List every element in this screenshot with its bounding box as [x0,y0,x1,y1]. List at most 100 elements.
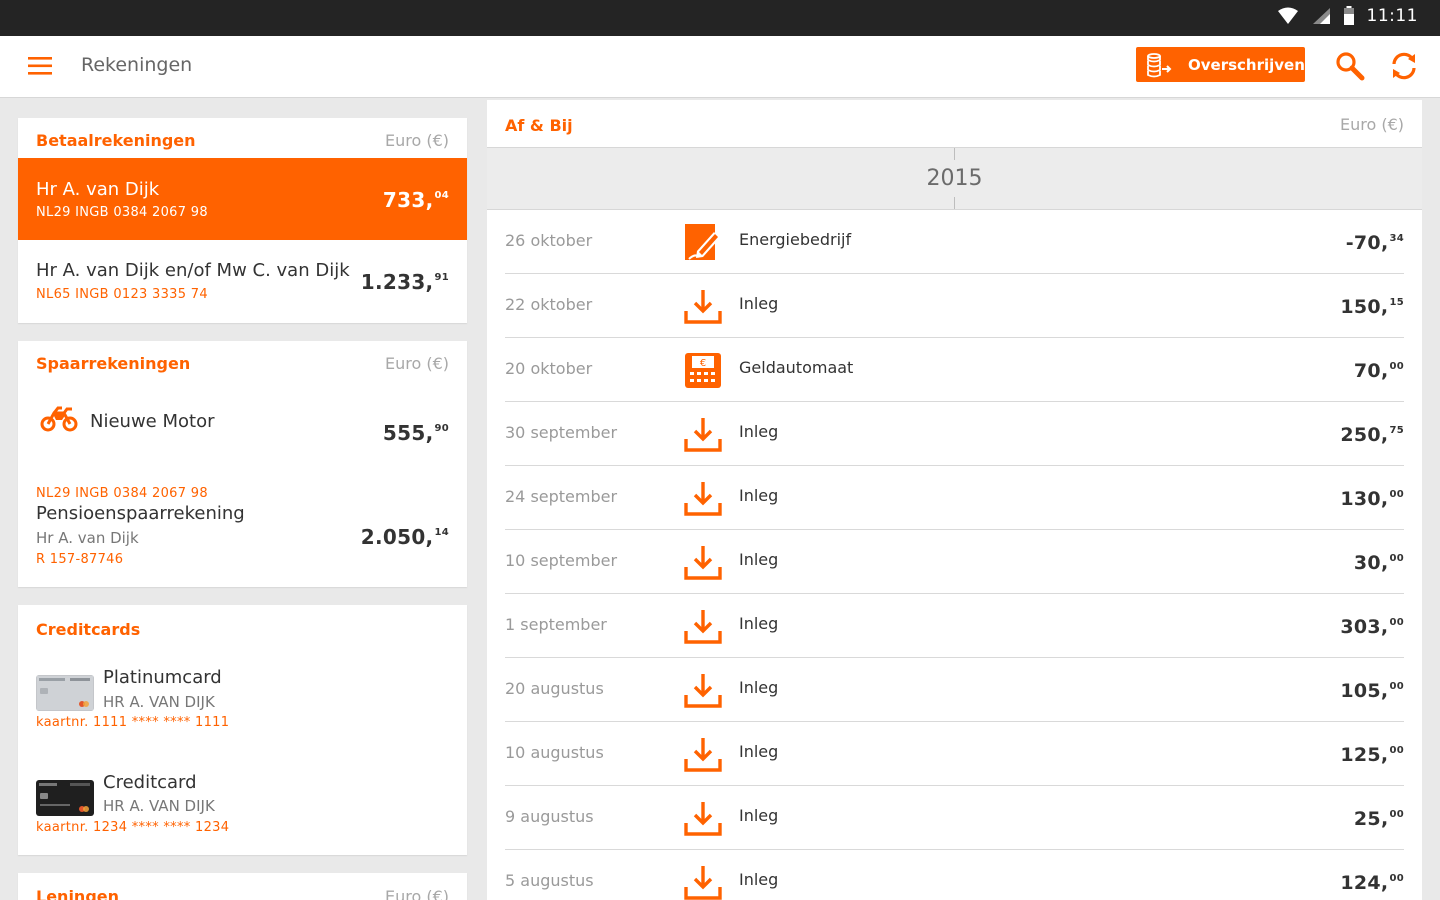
year-divider: 2015 [487,148,1422,210]
account-number: R 157-87746 [36,552,124,567]
account-iban: NL65 INGB 0123 3335 74 [36,287,208,302]
transaction-amount: -70,34 [1345,232,1404,254]
account-balance: 555,90 [382,421,449,445]
transaction-row[interactable]: 22 oktober Inleg 150,15 [505,274,1404,338]
creditcard-item[interactable]: Creditcard HR A. VAN DIJK kaartnr. 1234 … [18,749,467,853]
wifi-icon [1277,7,1298,24]
transaction-date: 20 oktober [505,359,593,378]
atm-icon: € [683,351,723,391]
deposit-icon [683,543,723,583]
account-name: Nieuwe Motor [90,411,215,432]
panel-header: Af & Bij Euro (€) [487,100,1422,148]
transaction-row[interactable]: 9 augustus Inleg 25,00 [505,786,1404,850]
transaction-description: Inleg [739,870,779,889]
account-item[interactable]: Nieuwe Motor NL29 INGB 0384 2067 98 555,… [18,381,467,501]
transaction-date: 10 augustus [505,743,604,762]
creditcard-number: kaartnr. 1111 **** **** 1111 [36,715,230,730]
deposit-icon [683,479,723,519]
transaction-row[interactable]: 20 oktober € Geldautomaat 70,00 [505,338,1404,402]
transaction-row[interactable]: 10 augustus Inleg 125,00 [505,722,1404,786]
panel-title: Af & Bij [505,116,573,135]
creditcard-name: Creditcard [103,772,197,793]
currency-label: Euro (€) [384,354,449,373]
creditcard-holder: HR A. VAN DIJK [103,693,215,711]
transaction-amount: 124,00 [1340,872,1404,894]
deposit-icon [683,287,723,327]
account-balance: 733,04 [382,188,449,212]
transaction-row[interactable]: 5 augustus Inleg 124,00 [505,850,1404,900]
transaction-list: 26 oktober Energiebedrijf -70,34 22 okto… [505,210,1404,900]
page-title: Rekeningen [81,54,193,76]
transaction-row[interactable]: 10 september Inleg 30,00 [505,530,1404,594]
transaction-description: Inleg [739,614,779,633]
card-header: Betaalrekeningen Euro (€) [18,118,467,158]
creditcard-image [36,780,94,816]
transaction-amount: 30,00 [1353,552,1404,574]
bill-icon [683,223,723,263]
spaarrekeningen-card: Spaarrekeningen Euro (€) Nieuwe Motor NL… [18,341,467,587]
deposit-icon [683,671,723,711]
transaction-description: Energiebedrijf [739,230,852,249]
account-name: Hr A. van Dijk en/of Mw C. van Dijk [36,260,350,281]
creditcards-card: Creditcards Platinumcard HR A. VAN DIJK … [18,605,467,855]
transaction-row[interactable]: 30 september Inleg 250,75 [505,402,1404,466]
year-label: 2015 [926,166,983,191]
transaction-date: 26 oktober [505,231,593,250]
cell-signal-icon [1312,8,1330,24]
transaction-row[interactable]: 26 oktober Energiebedrijf -70,34 [505,210,1404,274]
card-title: Betaalrekeningen [36,131,196,150]
transaction-amount: 105,00 [1340,680,1404,702]
transaction-amount: 25,00 [1353,808,1404,830]
transaction-row[interactable]: 20 augustus Inleg 105,00 [505,658,1404,722]
deposit-icon [683,735,723,775]
transaction-description: Inleg [739,806,779,825]
battery-icon [1343,6,1354,25]
transfer-button[interactable]: Overschrijven [1136,47,1305,82]
motorcycle-icon [40,406,78,432]
search-icon[interactable] [1334,50,1366,82]
transaction-date: 24 september [505,487,618,506]
creditcard-item[interactable]: Platinumcard HR A. VAN DIJK kaartnr. 111… [18,645,467,749]
card-header: Leningen Euro (€) [18,873,467,900]
transaction-date: 30 september [505,423,618,442]
transaction-amount: 250,75 [1340,424,1404,446]
creditcard-holder: HR A. VAN DIJK [103,797,215,815]
card-header: Creditcards [18,605,467,645]
status-time: 11:11 [1366,6,1418,26]
deposit-icon [683,799,723,839]
account-holder: Hr A. van Dijk [36,529,139,547]
transaction-amount: 150,15 [1340,296,1404,318]
account-item[interactable]: Hr A. van Dijk NL29 INGB 0384 2067 98 73… [18,158,467,240]
transaction-date: 9 augustus [505,807,594,826]
creditcard-number: kaartnr. 1234 **** **** 1234 [36,820,230,835]
account-name: Hr A. van Dijk [36,179,160,200]
transaction-description: Geldautomaat [739,358,854,377]
transaction-date: 10 september [505,551,618,570]
account-balance: 2.050,14 [360,525,449,549]
account-item[interactable]: Hr A. van Dijk en/of Mw C. van Dijk NL65… [18,240,467,323]
status-bar: 11:11 [0,0,1440,36]
card-title: Leningen [36,887,120,900]
transaction-amount: 130,00 [1340,488,1404,510]
app-toolbar: Rekeningen Overschrijven [0,36,1440,98]
transaction-date: 20 augustus [505,679,604,698]
currency-label: Euro (€) [384,131,449,150]
refresh-icon[interactable] [1388,50,1420,82]
card-title: Spaarrekeningen [36,354,191,373]
leningen-card: Leningen Euro (€) [18,873,467,900]
hamburger-menu-icon[interactable] [28,54,54,78]
transaction-description: Inleg [739,742,779,761]
timeline-line [954,197,955,209]
transaction-amount: 70,00 [1353,360,1404,382]
transaction-amount: 303,00 [1340,616,1404,638]
deposit-icon [683,415,723,455]
transactions-panel: Af & Bij Euro (€) 2015 26 oktober Energi… [487,100,1422,900]
timeline-line [954,148,955,160]
deposit-icon [683,863,723,900]
account-item[interactable]: Pensioenspaarrekening Hr A. van Dijk R 1… [18,483,467,587]
svg-text:€: € [700,358,706,369]
transaction-date: 5 augustus [505,871,594,890]
transaction-row[interactable]: 1 september Inleg 303,00 [505,594,1404,658]
transaction-row[interactable]: 24 september Inleg 130,00 [505,466,1404,530]
account-name: Pensioenspaarrekening [36,503,245,524]
